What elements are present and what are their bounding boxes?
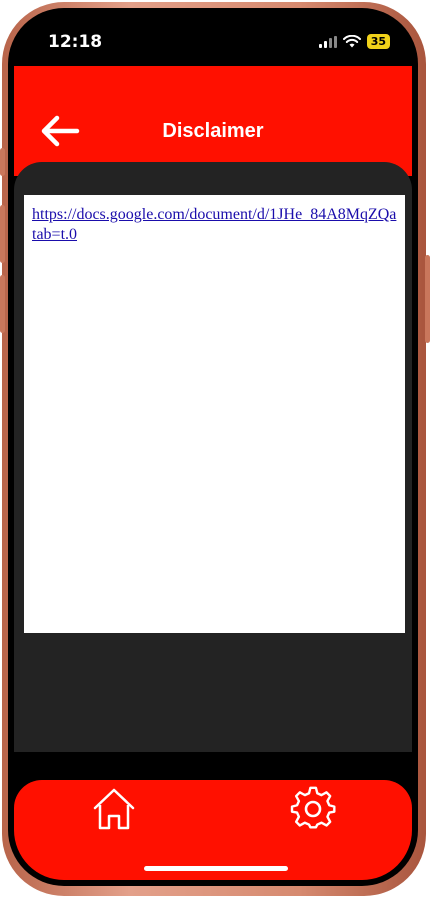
volume-up-button <box>0 205 5 263</box>
nav-home-button[interactable] <box>91 786 137 832</box>
content-gap <box>14 752 412 782</box>
status-bar: 12:18 35 <box>14 14 412 66</box>
home-icon <box>93 788 135 830</box>
content-panel: https://docs.google.com/document/d/1JHe_… <box>14 162 412 752</box>
gear-icon <box>290 786 336 829</box>
bottom-nav <box>14 780 412 880</box>
page-title: Disclaimer <box>162 120 264 142</box>
cellular-signal-icon <box>318 35 337 48</box>
document-viewer: https://docs.google.com/document/d/1JHe_… <box>24 195 405 633</box>
nav-settings-button[interactable] <box>290 786 336 832</box>
status-icons: 35 <box>318 34 390 49</box>
document-link[interactable]: https://docs.google.com/document/d/1JHe_… <box>32 205 405 245</box>
screen: 12:18 35 Disclaimer https://docs.google.… <box>14 14 412 880</box>
wifi-icon <box>342 35 361 48</box>
phone-bezel: 12:18 35 Disclaimer https://docs.google.… <box>8 8 418 886</box>
battery-indicator: 35 <box>366 34 390 49</box>
volume-down-button <box>0 275 5 333</box>
action-button <box>0 148 5 176</box>
status-time: 12:18 <box>48 32 103 52</box>
app-header: Disclaimer <box>14 66 412 176</box>
power-button <box>425 255 430 343</box>
home-indicator <box>144 866 288 871</box>
